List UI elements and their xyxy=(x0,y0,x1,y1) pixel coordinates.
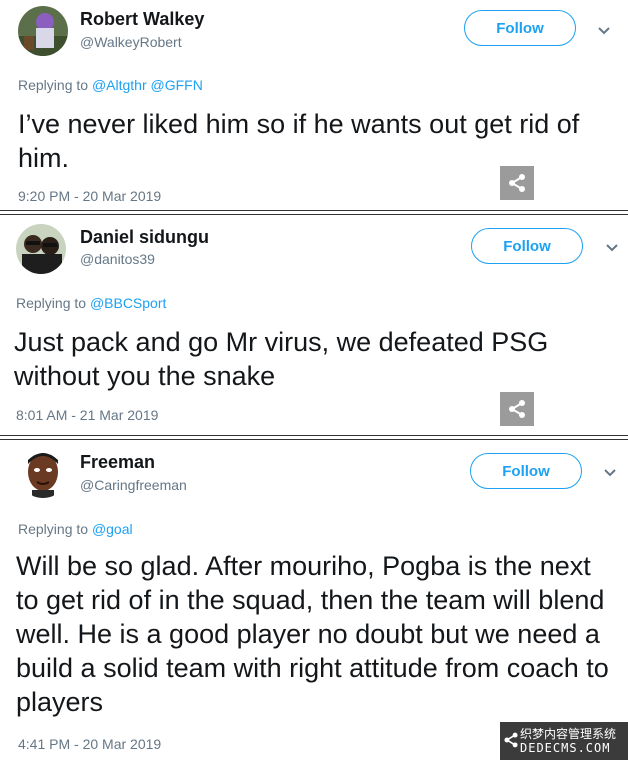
chevron-down-icon[interactable] xyxy=(602,465,618,481)
reply-mentions[interactable]: @BBCSport xyxy=(90,295,166,311)
tweet-timestamp[interactable]: 9:20 PM - 20 Mar 2019 xyxy=(18,188,161,204)
replying-label: Replying to xyxy=(18,521,92,537)
share-icon xyxy=(504,732,518,748)
avatar[interactable] xyxy=(18,448,68,498)
replying-label: Replying to xyxy=(16,295,90,311)
replying-to: Replying to @BBCSport xyxy=(16,295,166,311)
follow-button[interactable]: Follow xyxy=(470,453,582,489)
user-handle[interactable]: @danitos39 xyxy=(80,251,155,267)
tweet-text: I’ve never liked him so if he wants out … xyxy=(18,109,580,173)
watermark-text: 织梦内容管理系统 xyxy=(520,727,617,741)
replying-label: Replying to xyxy=(18,77,92,93)
user-handle[interactable]: @WalkeyRobert xyxy=(80,34,182,50)
tweet-card: Daniel sidungu @danitos39 Follow Replyin… xyxy=(0,216,628,436)
follow-button[interactable]: Follow xyxy=(471,228,583,264)
share-icon xyxy=(509,400,525,418)
divider xyxy=(0,210,628,211)
chevron-down-icon[interactable] xyxy=(604,240,620,256)
replying-to: Replying to @goal xyxy=(18,521,133,537)
divider xyxy=(0,439,628,440)
user-name[interactable]: Daniel sidungu xyxy=(80,227,209,248)
share-button[interactable] xyxy=(500,166,534,200)
user-name[interactable]: Freeman xyxy=(80,452,155,473)
share-button[interactable] xyxy=(500,392,534,426)
tweet-card: Freeman @Caringfreeman Follow Replying t… xyxy=(0,441,628,760)
tweet-card: Robert Walkey @WalkeyRobert Follow Reply… xyxy=(0,0,628,210)
avatar[interactable] xyxy=(16,224,66,274)
reply-mentions[interactable]: @goal xyxy=(92,521,133,537)
share-icon xyxy=(509,174,525,192)
divider xyxy=(0,435,628,436)
user-name[interactable]: Robert Walkey xyxy=(80,9,204,30)
tweet-text: Just pack and go Mr virus, we defeated P… xyxy=(14,327,549,391)
divider xyxy=(0,214,628,215)
chevron-down-icon[interactable] xyxy=(596,23,612,39)
avatar[interactable] xyxy=(18,6,68,56)
user-handle[interactable]: @Caringfreeman xyxy=(80,477,187,493)
watermark: 织梦内容管理系统 DEDECMS.COM xyxy=(500,722,628,760)
replying-to: Replying to @Altgthr @GFFN xyxy=(18,77,203,93)
follow-button[interactable]: Follow xyxy=(464,10,576,46)
tweet-text: Will be so glad. After mouriho, Pogba is… xyxy=(16,551,609,717)
reply-mentions[interactable]: @Altgthr @GFFN xyxy=(92,77,203,93)
tweet-timestamp[interactable]: 8:01 AM - 21 Mar 2019 xyxy=(16,407,158,423)
tweet-timestamp[interactable]: 4:41 PM - 20 Mar 2019 xyxy=(18,736,161,752)
watermark-site: DEDECMS.COM xyxy=(520,741,611,755)
